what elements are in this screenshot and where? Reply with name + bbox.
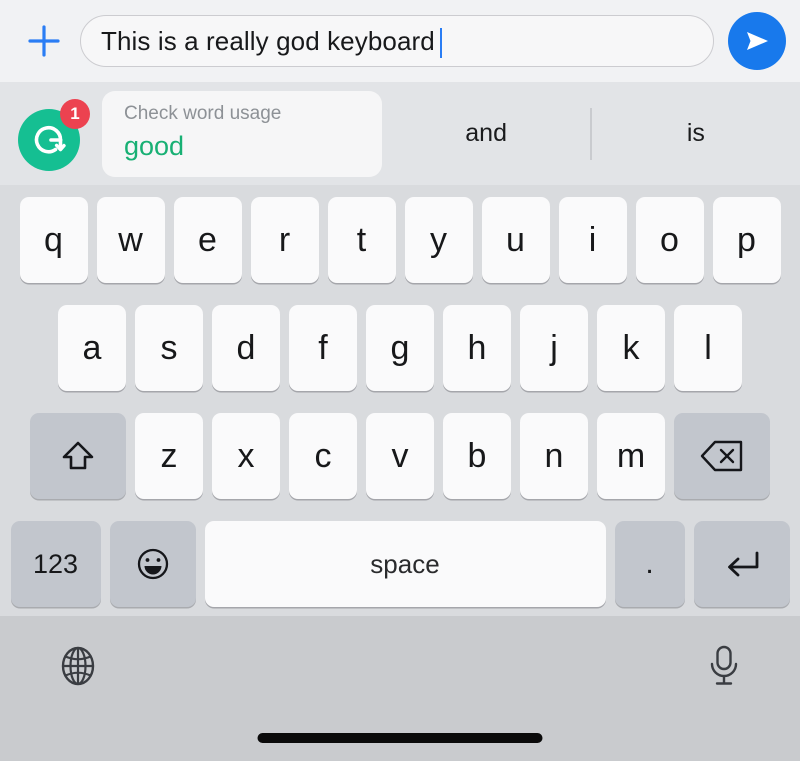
suggestion-card-word: good — [124, 130, 185, 161]
key-p[interactable]: p — [712, 197, 781, 283]
compose-bar: This is a really god keyboard — [0, 0, 800, 82]
key-z[interactable]: z — [135, 413, 203, 499]
send-button[interactable] — [728, 12, 786, 70]
dictation-key[interactable] — [696, 638, 752, 694]
key-a[interactable]: a — [58, 305, 126, 391]
key-q[interactable]: q — [19, 197, 88, 283]
emoji-smiley-icon — [134, 545, 172, 583]
key-n[interactable]: n — [520, 413, 588, 499]
keyboard-footer-bar — [0, 616, 800, 761]
numbers-key[interactable]: 123 — [10, 521, 101, 607]
backspace-icon — [699, 438, 745, 474]
message-input-value: This is a really god keyboard — [101, 25, 435, 56]
keyboard-row-4: 123 space . — [0, 517, 800, 611]
key-y[interactable]: y — [404, 197, 473, 283]
notification-badge: 1 — [60, 98, 90, 129]
suggestion-bar: 1 Check word usage good and is — [0, 82, 800, 185]
key-m[interactable]: m — [597, 413, 665, 499]
globe-icon — [54, 642, 102, 690]
space-key[interactable]: space — [204, 521, 606, 607]
key-c[interactable]: c — [289, 413, 357, 499]
keyboard: q w e r t y u i o p a s d f g h j k l z … — [0, 185, 800, 616]
keyboard-row-2: a s d f g h j k l — [0, 301, 800, 395]
text-caret — [439, 28, 443, 58]
key-k[interactable]: k — [597, 305, 665, 391]
home-indicator[interactable] — [257, 733, 543, 743]
suggestion-card-label: Check word usage — [124, 102, 282, 124]
emoji-key[interactable] — [109, 521, 196, 607]
suggestion-card[interactable]: Check word usage good — [102, 90, 382, 177]
message-input[interactable]: This is a really god keyboard — [80, 15, 714, 67]
prediction-word-2[interactable]: is — [592, 119, 800, 148]
key-e[interactable]: e — [173, 197, 242, 283]
keyboard-row-1: q w e r t y u i o p — [0, 193, 800, 287]
microphone-icon — [704, 643, 744, 689]
prediction-word-1[interactable]: and — [382, 119, 590, 148]
key-b[interactable]: b — [443, 413, 511, 499]
key-t[interactable]: t — [327, 197, 396, 283]
period-key[interactable]: . — [614, 521, 685, 607]
keyboard-row-3: z x c v b n m — [0, 409, 800, 503]
key-g[interactable]: g — [366, 305, 434, 391]
add-attachment-button[interactable] — [18, 15, 70, 67]
return-key[interactable] — [693, 521, 790, 607]
globe-key[interactable] — [50, 638, 106, 694]
send-icon — [741, 25, 773, 57]
key-o[interactable]: o — [635, 197, 704, 283]
key-h[interactable]: h — [443, 305, 511, 391]
prediction-zone: and is — [382, 82, 800, 185]
key-s[interactable]: s — [135, 305, 203, 391]
backspace-key[interactable] — [674, 413, 770, 499]
key-w[interactable]: w — [96, 197, 165, 283]
key-j[interactable]: j — [520, 305, 588, 391]
key-x[interactable]: x — [212, 413, 280, 499]
shift-key[interactable] — [30, 413, 126, 499]
key-v[interactable]: v — [366, 413, 434, 499]
key-i[interactable]: i — [558, 197, 627, 283]
plus-icon — [25, 22, 63, 60]
shift-icon — [58, 436, 98, 476]
key-d[interactable]: d — [212, 305, 280, 391]
key-u[interactable]: u — [481, 197, 550, 283]
return-icon — [720, 546, 764, 582]
key-l[interactable]: l — [674, 305, 742, 391]
grammarly-button-wrap: 1 — [18, 98, 90, 171]
key-r[interactable]: r — [250, 197, 319, 283]
key-f[interactable]: f — [289, 305, 357, 391]
keyboard-screen: This is a really god keyboard 1 Check wo… — [0, 0, 800, 761]
